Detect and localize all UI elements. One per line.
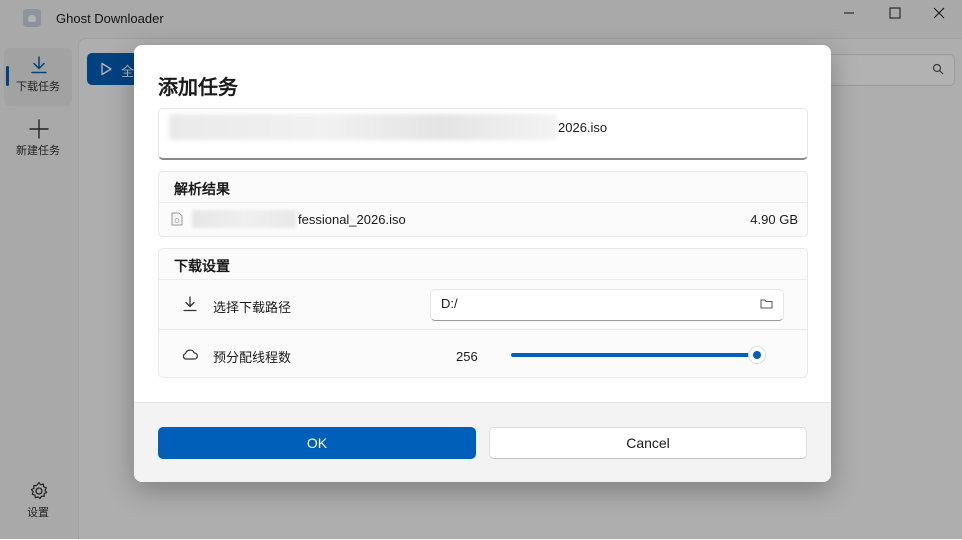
- path-label: 选择下载路径: [213, 300, 292, 315]
- add-task-dialog: 添加任务 2026.iso 解析结果 fessional_2026.iso 4.…: [134, 45, 831, 482]
- threads-slider-track[interactable]: [511, 353, 757, 357]
- download-settings-card: 下载设置 选择下载路径 预分配线程数 256: [158, 248, 808, 378]
- parse-result-card: 解析结果 fessional_2026.iso 4.90 GB: [158, 171, 808, 237]
- download-settings-heading: 下载设置: [174, 258, 230, 274]
- folder-icon[interactable]: [760, 298, 773, 309]
- url-input[interactable]: 2026.iso: [158, 108, 808, 160]
- redacted-url: [169, 114, 557, 140]
- dialog-title: 添加任务: [158, 77, 238, 99]
- redacted-file-name: [192, 210, 296, 228]
- dialog-footer: OK Cancel: [134, 402, 831, 482]
- ok-button[interactable]: OK: [158, 427, 476, 459]
- path-value-input[interactable]: [441, 296, 741, 311]
- parse-result-heading: 解析结果: [174, 181, 230, 197]
- divider: [159, 202, 807, 203]
- cancel-button[interactable]: Cancel: [489, 427, 807, 459]
- threads-value: 256: [456, 349, 478, 364]
- threads-slider-thumb[interactable]: [748, 346, 766, 364]
- download-path-field[interactable]: [430, 289, 784, 321]
- url-text: 2026.iso: [558, 120, 608, 135]
- cloud-icon: [182, 349, 198, 360]
- divider: [159, 279, 807, 280]
- file-icon: [171, 212, 183, 226]
- threads-label: 预分配线程数: [213, 350, 292, 365]
- download-path-icon: [183, 296, 197, 312]
- file-name: fessional_2026.iso: [298, 212, 406, 227]
- file-size: 4.90 GB: [750, 212, 798, 227]
- divider: [159, 329, 807, 330]
